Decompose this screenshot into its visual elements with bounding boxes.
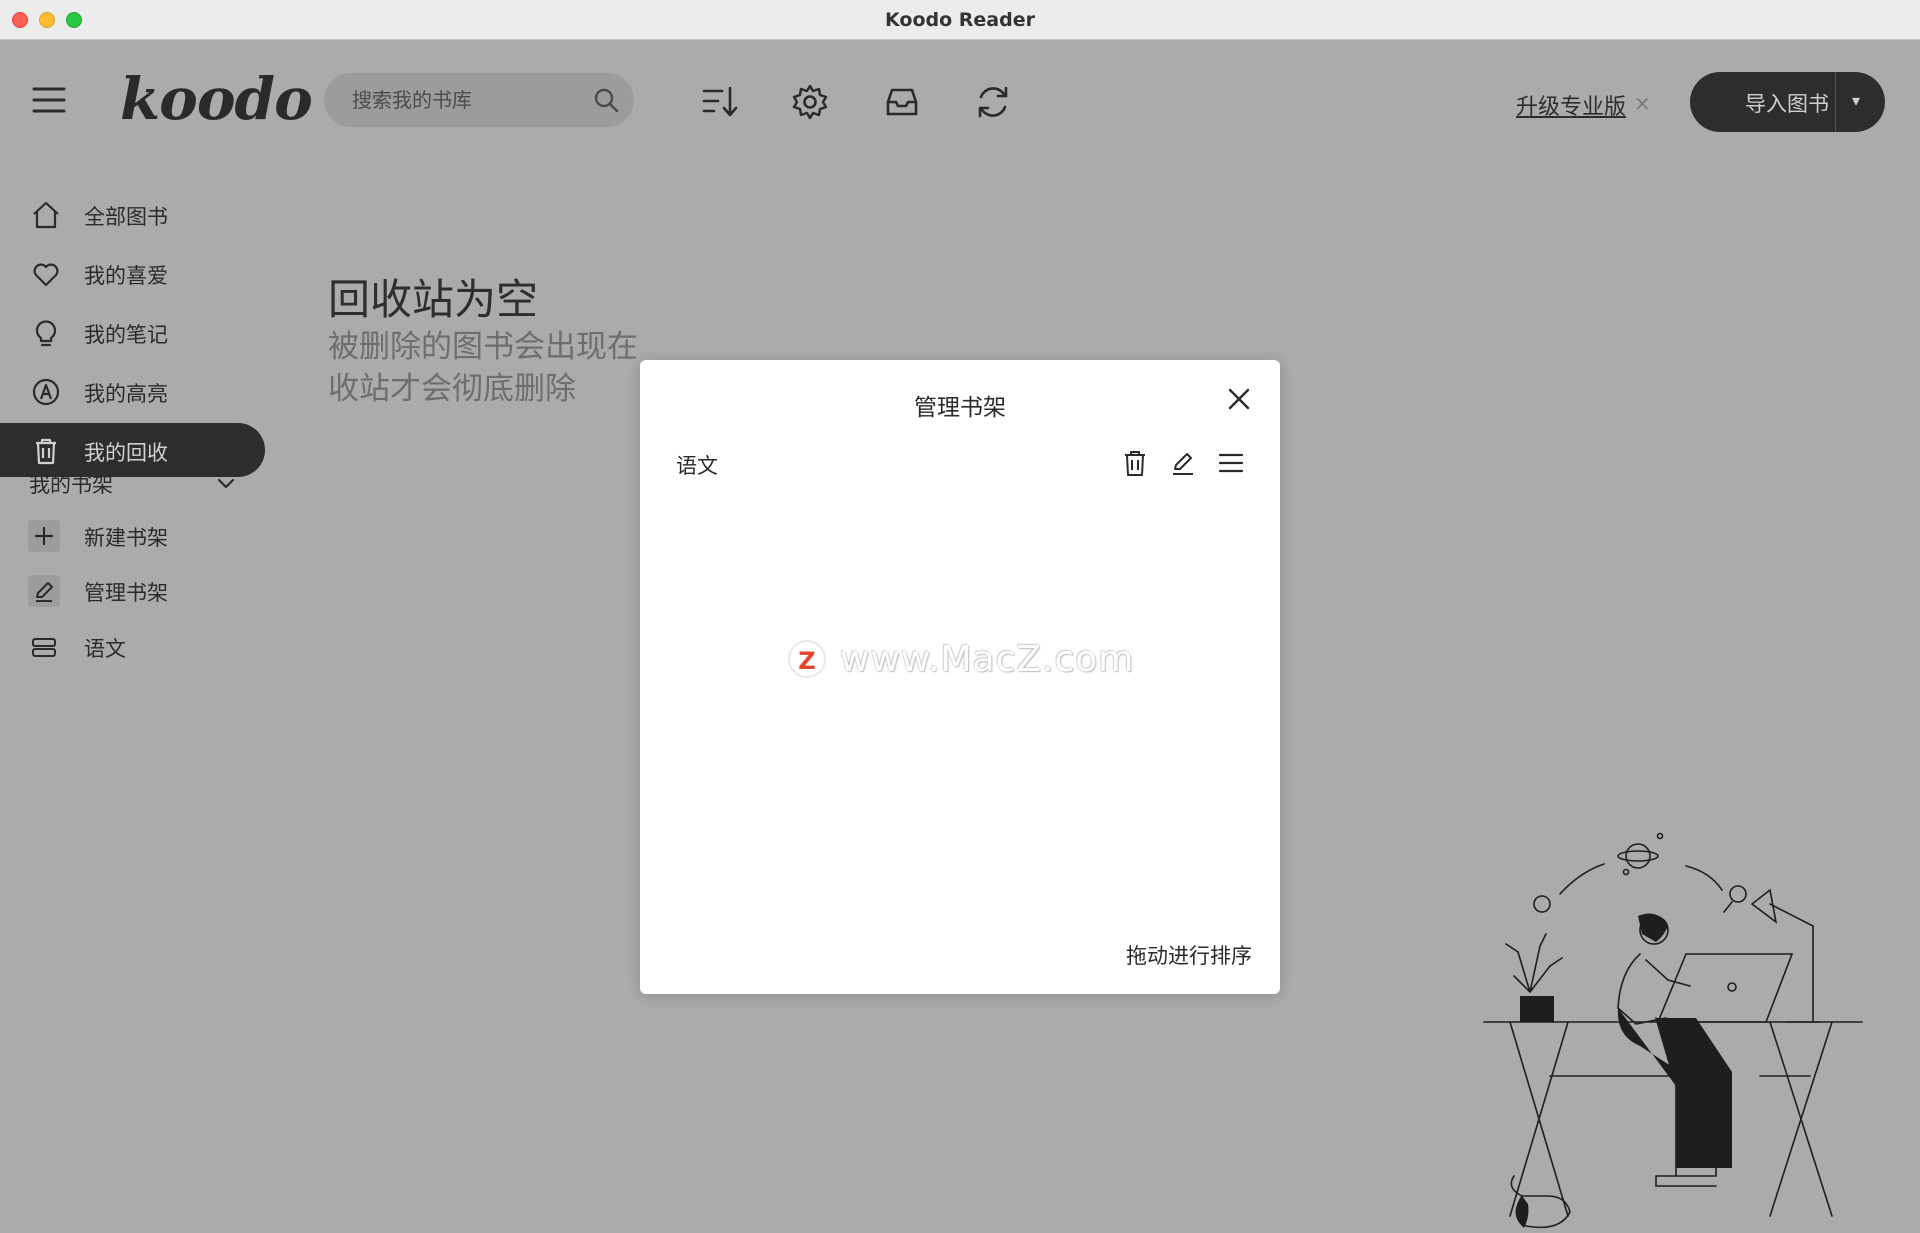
upgrade-pro-link[interactable]: 升级专业版 [1516, 89, 1626, 121]
empty-state-title: 回收站为空 [328, 275, 539, 324]
dialog-title: 管理书架 [914, 395, 1006, 421]
plus-icon [28, 520, 60, 552]
shelf-icon [28, 631, 60, 663]
watermark: Z www.MacZ.com [788, 638, 1138, 682]
chevron-down-icon[interactable] [214, 471, 238, 495]
import-books-button[interactable]: 导入图书 ▾ [1690, 72, 1885, 132]
watermark-text: www.MacZ.com [840, 639, 1135, 680]
sidebar-item-new-shelf[interactable]: 新建书架 [0, 512, 265, 560]
close-icon[interactable] [1224, 384, 1254, 414]
import-books-label: 导入图书 [1745, 92, 1829, 116]
pencil-icon [28, 575, 60, 607]
shelf-row-name: 语文 [676, 454, 718, 478]
trash-icon [31, 436, 61, 466]
gear-icon[interactable] [790, 82, 830, 122]
sidebar-item-label: 我的高亮 [84, 382, 168, 406]
sidebar-item-label: 我的喜爱 [84, 264, 168, 288]
import-dropdown-icon[interactable]: ▾ [1852, 91, 1860, 110]
sidebar-item-label: 我的笔记 [84, 323, 168, 347]
shelf-item-label: 新建书架 [84, 526, 168, 550]
drag-handle-icon[interactable] [1216, 448, 1246, 478]
rename-shelf-pencil-icon[interactable] [1168, 448, 1198, 478]
delete-shelf-trash-icon[interactable] [1120, 448, 1150, 478]
watermark-badge-icon: Z [788, 640, 826, 678]
sidebar-item-highlights[interactable]: 我的高亮 [0, 364, 265, 418]
window-title: Koodo Reader [885, 9, 1035, 31]
sort-icon[interactable] [700, 82, 740, 122]
hamburger-menu-icon[interactable] [31, 85, 67, 115]
empty-state-line: 被删除的图书会出现在 [328, 329, 638, 365]
shelf-section-title: 我的书架 [29, 473, 113, 497]
watermark-badge-letter: Z [798, 647, 816, 675]
sync-icon[interactable] [973, 82, 1013, 122]
app-logo: koodo [120, 65, 313, 133]
inbox-icon[interactable] [882, 82, 922, 122]
search-input[interactable] [352, 86, 582, 114]
import-divider [1835, 72, 1836, 132]
sidebar-item-notes[interactable]: 我的笔记 [0, 305, 265, 359]
empty-state-line: 收站才会彻底删除 [328, 371, 576, 407]
upgrade-dismiss-icon[interactable]: × [1634, 91, 1651, 115]
sidebar-item-manage-shelves[interactable]: 管理书架 [0, 567, 265, 615]
window-titlebar: Koodo Reader [0, 0, 1920, 40]
empty-state-description: 被删除的图书会出现在 收站才会彻底删除 [328, 326, 678, 410]
shelf-item-label: 语文 [84, 637, 126, 661]
drag-sort-hint: 拖动进行排序 [1126, 944, 1252, 968]
home-icon [31, 200, 61, 230]
sidebar-item-label: 我的回收 [84, 441, 168, 465]
app-main: koodo 升级专业版 × 导入图书 ▾ 全部图书 我的喜爱 [0, 41, 1920, 1233]
search-bar [324, 73, 634, 127]
empty-state-illustration [1470, 786, 1870, 1233]
highlight-icon [31, 377, 61, 407]
sidebar-item-all-books[interactable]: 全部图书 [0, 187, 265, 241]
sidebar-item-favorites[interactable]: 我的喜爱 [0, 246, 265, 300]
sidebar-item-label: 全部图书 [84, 205, 168, 229]
sidebar-item-shelf-yuwen[interactable]: 语文 [0, 623, 265, 671]
lightbulb-icon [31, 318, 61, 348]
search-icon[interactable] [592, 86, 620, 114]
shelf-item-label: 管理书架 [84, 581, 168, 605]
heart-icon [31, 259, 61, 289]
